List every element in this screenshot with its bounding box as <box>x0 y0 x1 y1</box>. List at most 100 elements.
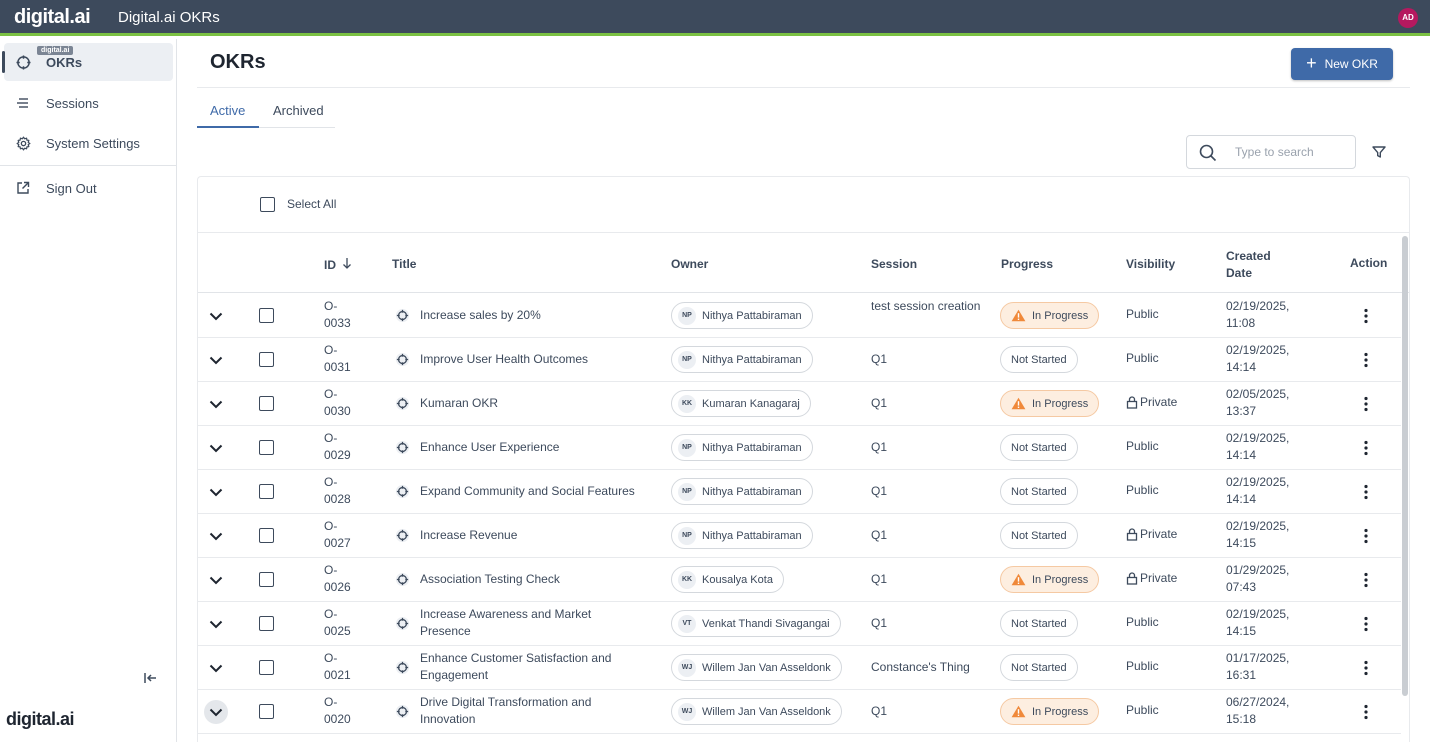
expand-chevron-icon[interactable] <box>206 350 226 370</box>
select-all-checkbox[interactable] <box>260 197 275 212</box>
okr-table: Select All ID Title Owner Session Progre… <box>197 176 1410 742</box>
table-row[interactable]: O- 0020 Drive Digital Transformation and… <box>198 690 1401 734</box>
table-row[interactable]: O- 0028 Expand Community and Social Feat… <box>198 470 1401 514</box>
owner-initials: WJ <box>678 702 696 721</box>
visibility-label: Public <box>1126 483 1159 497</box>
owner-chip: KK Kousalya Kota <box>671 566 784 593</box>
row-checkbox[interactable] <box>259 660 274 675</box>
expand-chevron-icon[interactable] <box>206 482 226 502</box>
collapse-sidebar-icon[interactable] <box>143 671 159 687</box>
column-header-owner: Owner <box>671 257 709 271</box>
row-checkbox[interactable] <box>259 528 274 543</box>
row-checkbox[interactable] <box>259 396 274 411</box>
target-icon <box>395 660 410 680</box>
table-row[interactable]: O- 0025 Increase Awareness and Market Pr… <box>198 602 1401 646</box>
okr-id-number: 0020 <box>324 712 351 726</box>
sidebar-item-sessions[interactable]: Sessions <box>0 84 176 122</box>
row-checkbox[interactable] <box>259 616 274 631</box>
okr-id: O- 0026 <box>324 562 351 596</box>
search-input[interactable]: Type to search <box>1235 145 1314 159</box>
more-actions-icon[interactable] <box>1363 704 1369 725</box>
brand-logo[interactable]: digital.ai <box>14 6 91 29</box>
search-box[interactable]: Type to search <box>1186 135 1356 169</box>
more-actions-icon[interactable] <box>1363 484 1369 505</box>
created-date-time: 16:31 <box>1226 668 1257 682</box>
more-actions-icon[interactable] <box>1363 440 1369 461</box>
column-header-title: Title <box>392 257 417 271</box>
session-name: Q1 <box>871 352 888 366</box>
expand-chevron-icon[interactable] <box>206 570 226 590</box>
owner-chip: NP Nithya Pattabiraman <box>671 522 813 549</box>
okr-id-number: 0025 <box>324 624 351 638</box>
owner-name: Willem Jan Van Asseldonk <box>702 705 831 718</box>
table-row[interactable]: O- 0031 Improve User Health Outcomes NP … <box>198 338 1401 382</box>
visibility-label: Private <box>1140 571 1178 585</box>
progress-status: Not Started <box>1000 434 1078 461</box>
row-checkbox[interactable] <box>259 440 274 455</box>
progress-status: In Progress <box>1000 698 1100 725</box>
expand-chevron-icon[interactable] <box>206 306 226 326</box>
row-checkbox[interactable] <box>259 352 274 367</box>
okr-id: O- 0029 <box>324 430 351 464</box>
expand-chevron-icon[interactable] <box>204 700 228 724</box>
new-okr-button[interactable]: + New OKR <box>1291 48 1393 80</box>
okr-id: O- 0028 <box>324 474 351 508</box>
table-header: ID Title Owner Session Progress Visibili… <box>198 232 1409 293</box>
more-actions-icon[interactable] <box>1363 308 1369 329</box>
okr-title[interactable]: Expand Community and Social Features <box>420 483 640 500</box>
row-checkbox[interactable] <box>259 308 274 323</box>
table-row[interactable]: O- 0029 Enhance User Experience NP Nithy… <box>198 426 1401 470</box>
table-row[interactable]: O- 0033 Increase sales by 20% NP Nithya … <box>198 294 1401 338</box>
scrollbar[interactable] <box>1402 236 1408 696</box>
owner-initials: NP <box>678 306 696 325</box>
more-actions-icon[interactable] <box>1363 660 1369 681</box>
table-row[interactable]: O- 0030 Kumaran OKR KK Kumaran Kanagaraj… <box>198 382 1401 426</box>
more-actions-icon[interactable] <box>1363 352 1369 373</box>
progress-label: Not Started <box>1011 529 1067 542</box>
warning-icon <box>1011 309 1026 322</box>
okr-title[interactable]: Association Testing Check <box>420 571 640 588</box>
sidebar-item-label: OKRs <box>46 54 83 70</box>
okr-title[interactable]: Kumaran OKR <box>420 395 640 412</box>
column-header-id[interactable]: ID <box>324 257 352 272</box>
app-title: Digital.ai OKRs <box>118 9 220 26</box>
more-actions-icon[interactable] <box>1363 528 1369 549</box>
expand-chevron-icon[interactable] <box>206 658 226 678</box>
more-actions-icon[interactable] <box>1363 572 1369 593</box>
tab-archived[interactable]: Archived <box>273 103 324 129</box>
expand-chevron-icon[interactable] <box>206 526 226 546</box>
table-row[interactable]: O- 0026 Association Testing Check KK Kou… <box>198 558 1401 602</box>
sidebar-item-label: Sign Out <box>46 180 97 196</box>
filter-icon[interactable] <box>1371 144 1387 165</box>
expand-chevron-icon[interactable] <box>206 614 226 634</box>
expand-chevron-icon[interactable] <box>206 438 226 458</box>
okr-title[interactable]: Increase Revenue <box>420 527 640 544</box>
column-header-action: Action <box>1350 256 1388 270</box>
sidebar-item-sign-out[interactable]: Sign Out <box>0 169 176 207</box>
okr-title[interactable]: Enhance User Experience <box>420 439 640 456</box>
okr-id-number: 0028 <box>324 492 351 506</box>
user-avatar[interactable]: AD <box>1398 8 1418 28</box>
row-checkbox[interactable] <box>259 704 274 719</box>
target-icon <box>395 440 410 460</box>
table-row[interactable]: O- 0021 Enhance Customer Satisfaction an… <box>198 646 1401 690</box>
table-row[interactable]: O- 0027 Increase Revenue NP Nithya Patta… <box>198 514 1401 558</box>
more-actions-icon[interactable] <box>1363 396 1369 417</box>
sidebar-item-okrs[interactable]: OKRs digital.ai <box>2 43 173 81</box>
okr-title[interactable]: Increase Awareness and Market Presence <box>420 606 640 640</box>
row-checkbox[interactable] <box>259 572 274 587</box>
more-actions-icon[interactable] <box>1363 616 1369 637</box>
okr-title[interactable]: Increase sales by 20% <box>420 307 640 324</box>
okr-title[interactable]: Enhance Customer Satisfaction and Engage… <box>420 650 640 684</box>
owner-name: Kousalya Kota <box>702 573 773 586</box>
sidebar-item-system-settings[interactable]: System Settings <box>0 124 176 162</box>
sort-arrow-down-icon[interactable] <box>342 257 352 272</box>
expand-chevron-icon[interactable] <box>206 394 226 414</box>
session-name: Q1 <box>871 572 888 586</box>
owner-chip: KK Kumaran Kanagaraj <box>671 390 811 417</box>
gear-icon <box>15 135 31 151</box>
target-icon <box>395 616 410 636</box>
okr-title[interactable]: Improve User Health Outcomes <box>420 351 640 368</box>
row-checkbox[interactable] <box>259 484 274 499</box>
okr-title[interactable]: Drive Digital Transformation and Innovat… <box>420 694 640 728</box>
